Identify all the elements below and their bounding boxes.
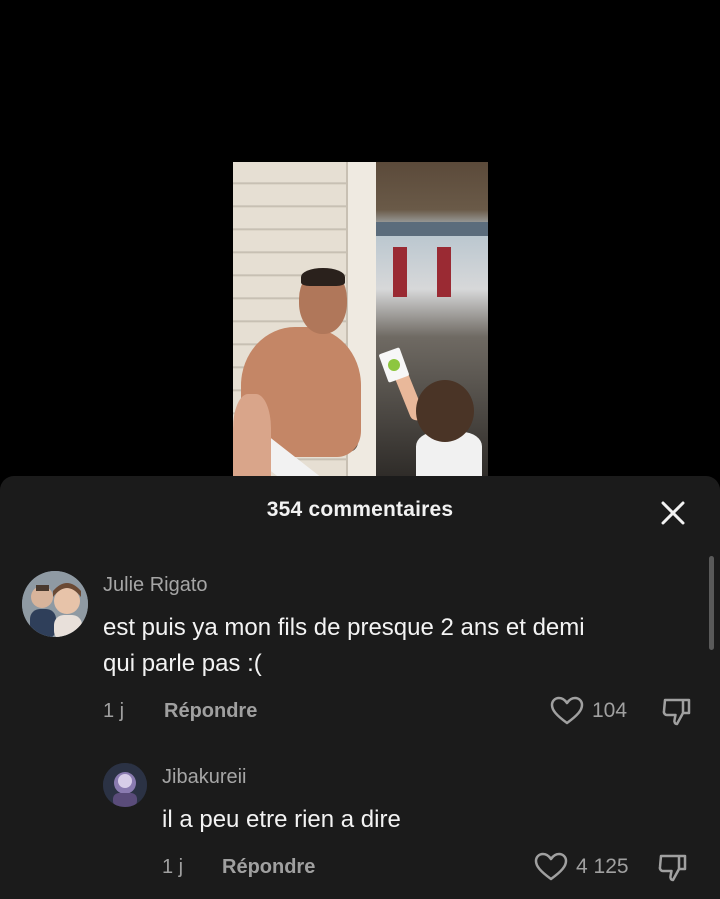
like-button[interactable]: 104	[550, 696, 627, 726]
reply-button[interactable]: Répondre	[164, 700, 257, 723]
comment-username[interactable]: Jibakureii	[162, 766, 246, 789]
thumbs-down-icon	[658, 854, 687, 882]
comment-time: 1 j	[103, 700, 125, 722]
comment-text: est puis ya mon fils de presque 2 ans et…	[103, 614, 585, 677]
video-area[interactable]	[0, 0, 720, 480]
avatar[interactable]	[22, 571, 88, 637]
heart-icon	[550, 696, 584, 725]
thumbs-down-icon	[662, 698, 691, 726]
comment-time: 1 j	[162, 856, 184, 878]
dislike-button[interactable]	[656, 850, 690, 884]
comment-text: il a peu etre rien a dire	[162, 806, 401, 833]
like-count: 104	[592, 699, 628, 722]
reply-item: Jibakureii il a peu etre rien a dire 1 j…	[0, 746, 720, 899]
heart-icon	[534, 852, 568, 881]
video-thumbnail[interactable]	[233, 162, 488, 480]
comment-item: Julie Rigato est puis ya mon fils de pre…	[0, 476, 720, 746]
comments-sheet: 354 commentaires Julie Rigato est puis y…	[0, 476, 720, 899]
avatar[interactable]	[103, 763, 147, 807]
dislike-button[interactable]	[660, 694, 694, 728]
reply-button[interactable]: Répondre	[222, 856, 315, 879]
comment-username[interactable]: Julie Rigato	[103, 574, 208, 597]
like-count: 4 125	[576, 855, 629, 878]
like-button[interactable]: 4 125	[534, 852, 629, 882]
